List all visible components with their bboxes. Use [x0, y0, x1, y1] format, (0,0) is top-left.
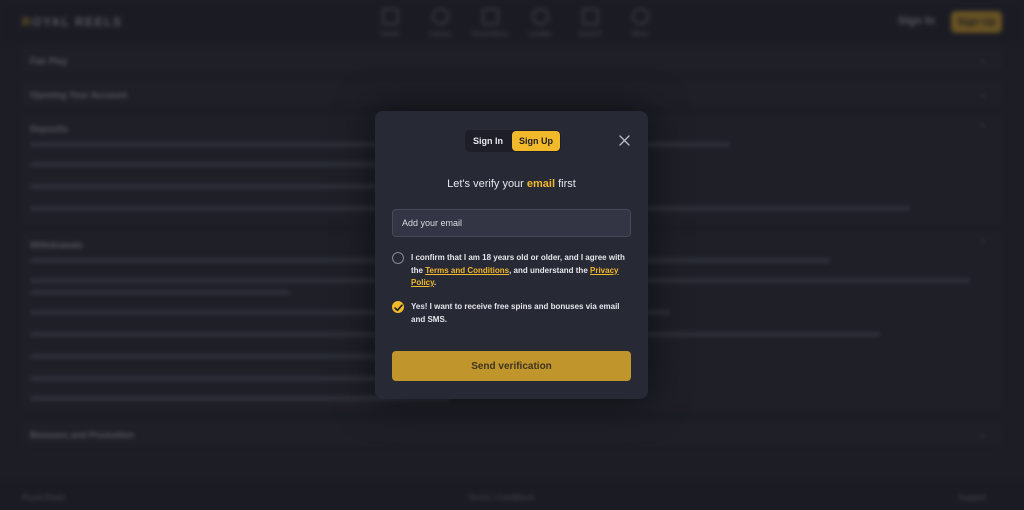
email-field-wrapper — [392, 209, 631, 237]
heading-emphasis: email — [526, 178, 556, 190]
auth-tabs: Sign In Sign Up — [465, 130, 561, 152]
age-terms-checkbox[interactable] — [392, 252, 404, 264]
age-terms-label: I confirm that I am 18 years old or olde… — [411, 253, 625, 287]
tab-sign-in[interactable]: Sign In — [466, 131, 510, 151]
email-field[interactable] — [393, 210, 630, 236]
verify-heading: Let's verify your email first — [447, 178, 576, 190]
send-verification-button[interactable]: Send verification — [392, 351, 631, 381]
terms-and-conditions-link[interactable]: Terms and Conditions — [425, 266, 509, 275]
tab-sign-up[interactable]: Sign Up — [512, 131, 560, 151]
checkmark-icon — [394, 304, 403, 312]
sign-up-modal: Sign In Sign Up Let's verify your email … — [375, 111, 648, 399]
close-icon[interactable] — [619, 135, 630, 146]
marketing-checkbox[interactable] — [392, 301, 404, 313]
marketing-consent: Yes! I want to receive free spins and bo… — [392, 301, 632, 327]
age-terms-consent: I confirm that I am 18 years old or olde… — [392, 252, 632, 292]
marketing-label: Yes! I want to receive free spins and bo… — [411, 302, 620, 324]
